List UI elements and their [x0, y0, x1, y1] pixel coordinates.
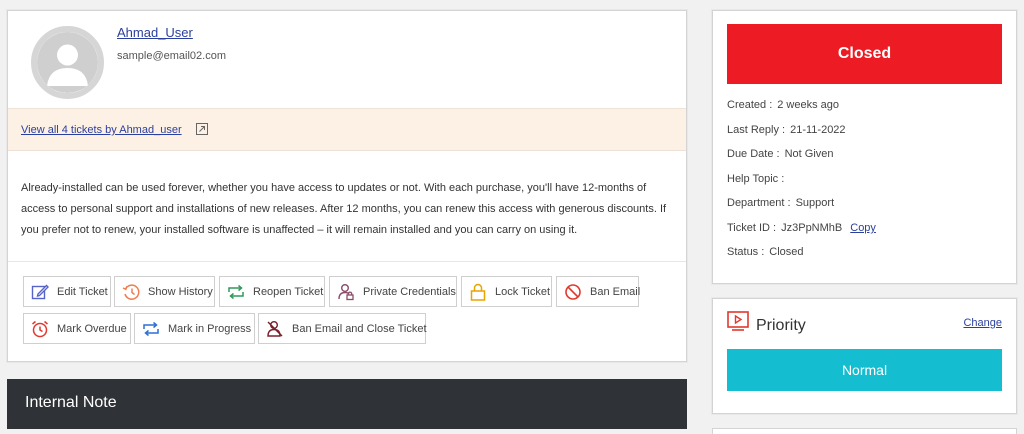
edit-ticket-button[interactable]: Edit Ticket [23, 276, 111, 307]
mark-overdue-button[interactable]: Mark Overdue [23, 313, 131, 344]
alarm-clock-icon [32, 320, 48, 337]
show-history-button[interactable]: Show History [114, 276, 215, 307]
department-row: Department : Support [727, 197, 834, 209]
created-row: Created : 2 weeks ago [727, 99, 839, 111]
created-label: Created : [727, 99, 773, 111]
ban-email-label: Ban Email [590, 285, 641, 298]
divider [8, 261, 686, 262]
department-value: Support [795, 197, 835, 209]
ticket-id-label: Ticket ID : [727, 222, 777, 234]
created-value: 2 weeks ago [777, 99, 840, 111]
help-topic-label: Help Topic : [727, 173, 785, 185]
copy-ticket-id-link[interactable]: Copy [850, 222, 876, 234]
last-reply-value: 21-11-2022 [790, 124, 846, 136]
view-all-tickets-link[interactable]: View all 4 tickets by Ahmad_user [21, 124, 182, 136]
next-card-edge [712, 428, 1017, 434]
ticket-status-card: Closed Created : 2 weeks ago Last Reply :… [712, 10, 1017, 284]
status-banner: Closed [727, 24, 1002, 84]
ticket-body: Already-installed can be used forever, w… [21, 182, 667, 236]
mark-in-progress-label: Mark in Progress [168, 322, 252, 335]
priority-title: Priority [756, 317, 806, 334]
reopen-icon [228, 284, 244, 299]
lock-ticket-button[interactable]: Lock Ticket [461, 276, 552, 307]
priority-card: Priority Change Normal [712, 298, 1017, 414]
mark-overdue-label: Mark Overdue [57, 322, 127, 335]
credentials-icon [338, 283, 354, 300]
progress-icon [143, 321, 159, 336]
status-value: Closed [769, 246, 804, 258]
user-tickets-band: View all 4 tickets by Ahmad_user [8, 108, 686, 151]
last-reply-row: Last Reply : 21-11-2022 [727, 124, 846, 136]
ban-email-close-ticket-label: Ban Email and Close Ticket [292, 322, 427, 335]
due-date-row: Due Date : Not Given [727, 148, 834, 160]
ticket-card: Ahmad_User sample@email02.com View all 4… [7, 10, 687, 362]
priority-icon [727, 311, 749, 331]
help-topic-row: Help Topic : [727, 173, 789, 185]
due-date-label: Due Date : [727, 148, 780, 160]
user-email: sample@email02.com [117, 50, 226, 62]
external-link-icon[interactable] [196, 123, 208, 135]
ban-icon [565, 283, 581, 300]
internal-note-title: Internal Note [25, 394, 117, 411]
edit-ticket-label: Edit Ticket [57, 285, 108, 298]
mark-in-progress-button[interactable]: Mark in Progress [134, 313, 255, 344]
internal-note-header: Internal Note [7, 379, 687, 429]
reopen-ticket-button[interactable]: Reopen Ticket [219, 276, 325, 307]
ban-user-icon [267, 320, 283, 337]
change-priority-link[interactable]: Change [963, 317, 1002, 329]
status-label: Status : [727, 246, 765, 258]
priority-value-banner: Normal [727, 349, 1002, 391]
user-name-link[interactable]: Ahmad_User [117, 25, 193, 40]
ticket-id-row: Ticket ID : Jz3PpNMhB Copy [727, 222, 876, 234]
department-label: Department : [727, 197, 791, 209]
show-history-label: Show History [148, 285, 213, 298]
lock-ticket-label: Lock Ticket [495, 285, 551, 298]
lock-icon [470, 283, 486, 301]
private-credentials-button[interactable]: Private Credentials [329, 276, 457, 307]
reopen-ticket-label: Reopen Ticket [253, 285, 324, 298]
due-date-value: Not Given [784, 148, 834, 160]
private-credentials-label: Private Credentials [363, 285, 456, 298]
user-avatar-icon [31, 26, 104, 99]
history-icon [122, 283, 140, 300]
status-row: Status : Closed [727, 246, 804, 258]
ticket-id-value: Jz3PpNMhB [781, 222, 843, 234]
ban-email-button[interactable]: Ban Email [556, 276, 641, 307]
last-reply-label: Last Reply : [727, 124, 786, 136]
edit-icon [31, 284, 49, 299]
ban-email-close-ticket-button[interactable]: Ban Email and Close Ticket [258, 313, 427, 344]
